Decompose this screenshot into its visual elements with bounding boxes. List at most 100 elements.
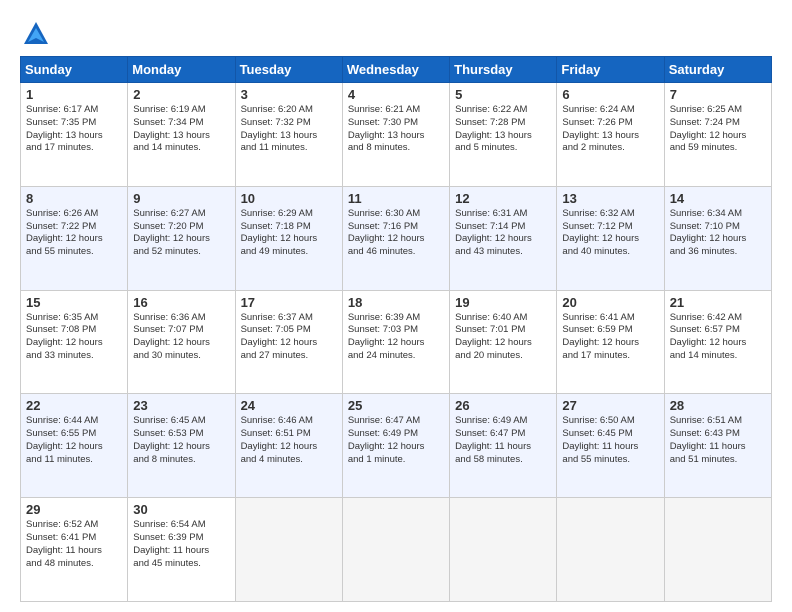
calendar-cell: 9 Sunrise: 6:27 AM Sunset: 7:20 PM Daylig… [128,186,235,290]
calendar-cell: 14 Sunrise: 6:34 AM Sunset: 7:10 PM Dayli… [664,186,771,290]
day-info: Sunrise: 6:31 AM Sunset: 7:14 PM Dayligh… [455,208,551,259]
day-number: 15 [26,295,122,310]
calendar-cell: 1 Sunrise: 6:17 AM Sunset: 7:35 PM Daylig… [21,83,128,187]
day-info: Sunrise: 6:19 AM Sunset: 7:34 PM Dayligh… [133,104,229,155]
day-number: 12 [455,191,551,206]
calendar-cell: 26 Sunrise: 6:49 AM Sunset: 6:47 PM Dayli… [450,394,557,498]
day-info: Sunrise: 6:25 AM Sunset: 7:24 PM Dayligh… [670,104,766,155]
day-number: 22 [26,398,122,413]
calendar-week-4: 22 Sunrise: 6:44 AM Sunset: 6:55 PM Dayli… [21,394,772,498]
day-info: Sunrise: 6:21 AM Sunset: 7:30 PM Dayligh… [348,104,444,155]
day-number: 14 [670,191,766,206]
day-info: Sunrise: 6:35 AM Sunset: 7:08 PM Dayligh… [26,312,122,363]
day-number: 29 [26,502,122,517]
logo-icon [22,20,50,48]
calendar-cell: 6Sunrise: 6:24 AM Sunset: 7:26 PM Daylig… [557,83,664,187]
calendar-cell [557,498,664,602]
day-info: Sunrise: 6:32 AM Sunset: 7:12 PM Dayligh… [562,208,658,259]
day-info: Sunrise: 6:20 AM Sunset: 7:32 PM Dayligh… [241,104,337,155]
day-number: 16 [133,295,229,310]
calendar-cell: 23 Sunrise: 6:45 AM Sunset: 6:53 PM Dayli… [128,394,235,498]
calendar-cell: 24 Sunrise: 6:46 AM Sunset: 6:51 PM Dayli… [235,394,342,498]
calendar-cell: 8 Sunrise: 6:26 AM Sunset: 7:22 PM Daylig… [21,186,128,290]
day-number: 2 [133,87,229,102]
calendar-cell: 12 Sunrise: 6:31 AM Sunset: 7:14 PM Dayli… [450,186,557,290]
day-info: Sunrise: 6:54 AM Sunset: 6:39 PM Dayligh… [133,519,229,570]
day-number: 5 [455,87,551,102]
weekday-header-saturday: Saturday [664,57,771,83]
calendar-cell [235,498,342,602]
day-info: Sunrise: 6:41 AM Sunset: 6:59 PM Dayligh… [562,312,658,363]
day-number: 6 [562,87,658,102]
calendar-cell: 4 Sunrise: 6:21 AM Sunset: 7:30 PM Daylig… [342,83,449,187]
calendar-cell: 7 Sunrise: 6:25 AM Sunset: 7:24 PM Daylig… [664,83,771,187]
day-info: Sunrise: 6:50 AM Sunset: 6:45 PM Dayligh… [562,415,658,466]
day-number: 28 [670,398,766,413]
day-number: 9 [133,191,229,206]
calendar-cell: 2 Sunrise: 6:19 AM Sunset: 7:34 PM Daylig… [128,83,235,187]
calendar-cell: 10 Sunrise: 6:29 AM Sunset: 7:18 PM Dayli… [235,186,342,290]
weekday-header-sunday: Sunday [21,57,128,83]
calendar-cell: 30 Sunrise: 6:54 AM Sunset: 6:39 PM Dayli… [128,498,235,602]
calendar-cell: 21 Sunrise: 6:42 AM Sunset: 6:57 PM Dayli… [664,290,771,394]
day-number: 13 [562,191,658,206]
weekday-header-thursday: Thursday [450,57,557,83]
day-number: 20 [562,295,658,310]
day-info: Sunrise: 6:42 AM Sunset: 6:57 PM Dayligh… [670,312,766,363]
day-info: Sunrise: 6:29 AM Sunset: 7:18 PM Dayligh… [241,208,337,259]
day-info: Sunrise: 6:44 AM Sunset: 6:55 PM Dayligh… [26,415,122,466]
calendar-cell: 19Sunrise: 6:40 AM Sunset: 7:01 PM Dayli… [450,290,557,394]
calendar-cell [450,498,557,602]
calendar-cell: 13 Sunrise: 6:32 AM Sunset: 7:12 PM Dayli… [557,186,664,290]
calendar-week-2: 8 Sunrise: 6:26 AM Sunset: 7:22 PM Daylig… [21,186,772,290]
day-number: 17 [241,295,337,310]
calendar-cell: 25 Sunrise: 6:47 AM Sunset: 6:49 PM Dayli… [342,394,449,498]
day-number: 24 [241,398,337,413]
day-info: Sunrise: 6:30 AM Sunset: 7:16 PM Dayligh… [348,208,444,259]
calendar-cell: 5 Sunrise: 6:22 AM Sunset: 7:28 PM Daylig… [450,83,557,187]
calendar-week-1: 1 Sunrise: 6:17 AM Sunset: 7:35 PM Daylig… [21,83,772,187]
day-number: 1 [26,87,122,102]
day-info: Sunrise: 6:51 AM Sunset: 6:43 PM Dayligh… [670,415,766,466]
day-info: Sunrise: 6:36 AM Sunset: 7:07 PM Dayligh… [133,312,229,363]
day-info: Sunrise: 6:37 AM Sunset: 7:05 PM Dayligh… [241,312,337,363]
day-info: Sunrise: 6:45 AM Sunset: 6:53 PM Dayligh… [133,415,229,466]
calendar-cell: 22 Sunrise: 6:44 AM Sunset: 6:55 PM Dayli… [21,394,128,498]
calendar-week-3: 15 Sunrise: 6:35 AM Sunset: 7:08 PM Dayli… [21,290,772,394]
calendar-table: SundayMondayTuesdayWednesdayThursdayFrid… [20,56,772,602]
day-info: Sunrise: 6:17 AM Sunset: 7:35 PM Dayligh… [26,104,122,155]
day-number: 4 [348,87,444,102]
day-number: 18 [348,295,444,310]
calendar-cell: 16 Sunrise: 6:36 AM Sunset: 7:07 PM Dayli… [128,290,235,394]
day-number: 21 [670,295,766,310]
calendar-cell [342,498,449,602]
day-info: Sunrise: 6:47 AM Sunset: 6:49 PM Dayligh… [348,415,444,466]
day-number: 8 [26,191,122,206]
day-info: Sunrise: 6:27 AM Sunset: 7:20 PM Dayligh… [133,208,229,259]
day-number: 23 [133,398,229,413]
day-number: 10 [241,191,337,206]
day-info: Sunrise: 6:46 AM Sunset: 6:51 PM Dayligh… [241,415,337,466]
logo [20,20,50,48]
calendar-cell: 27Sunrise: 6:50 AM Sunset: 6:45 PM Dayli… [557,394,664,498]
calendar-cell: 18 Sunrise: 6:39 AM Sunset: 7:03 PM Dayli… [342,290,449,394]
day-info: Sunrise: 6:22 AM Sunset: 7:28 PM Dayligh… [455,104,551,155]
calendar-cell: 28 Sunrise: 6:51 AM Sunset: 6:43 PM Dayli… [664,394,771,498]
weekday-header-monday: Monday [128,57,235,83]
weekday-header-tuesday: Tuesday [235,57,342,83]
calendar-cell: 29Sunrise: 6:52 AM Sunset: 6:41 PM Dayli… [21,498,128,602]
day-info: Sunrise: 6:26 AM Sunset: 7:22 PM Dayligh… [26,208,122,259]
calendar-cell: 3Sunrise: 6:20 AM Sunset: 7:32 PM Daylig… [235,83,342,187]
day-number: 25 [348,398,444,413]
day-info: Sunrise: 6:39 AM Sunset: 7:03 PM Dayligh… [348,312,444,363]
weekday-header-wednesday: Wednesday [342,57,449,83]
weekday-header-friday: Friday [557,57,664,83]
day-number: 26 [455,398,551,413]
day-number: 19 [455,295,551,310]
day-info: Sunrise: 6:34 AM Sunset: 7:10 PM Dayligh… [670,208,766,259]
day-number: 30 [133,502,229,517]
day-number: 7 [670,87,766,102]
calendar-cell: 15 Sunrise: 6:35 AM Sunset: 7:08 PM Dayli… [21,290,128,394]
page-header [20,16,772,48]
day-info: Sunrise: 6:49 AM Sunset: 6:47 PM Dayligh… [455,415,551,466]
